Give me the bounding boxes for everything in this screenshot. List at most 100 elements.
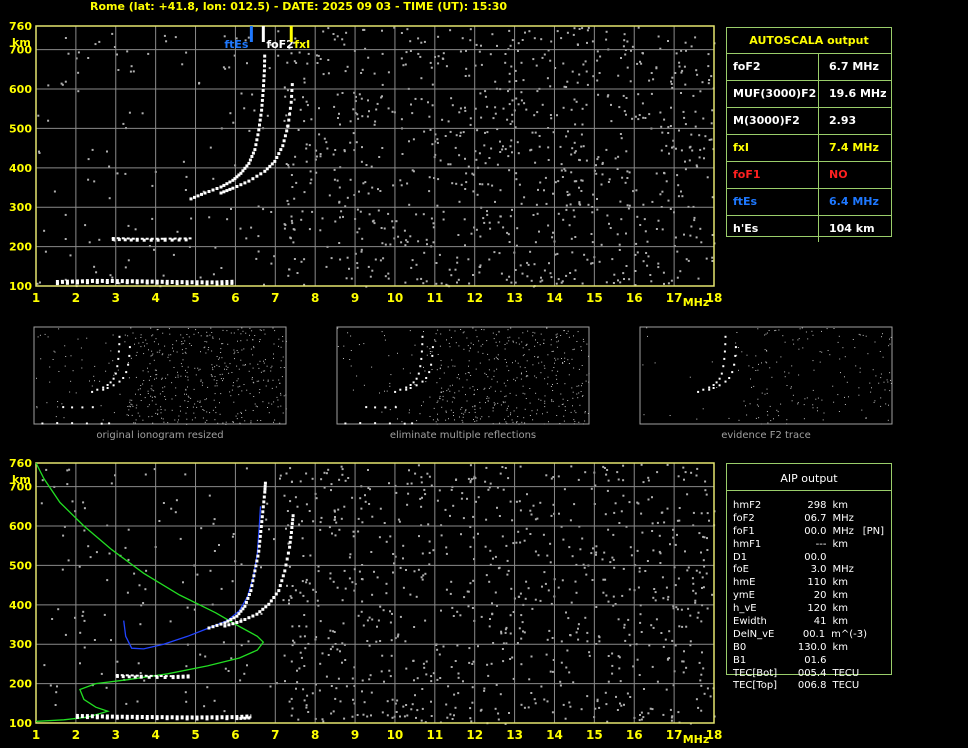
thumbnail-noise [507,415,509,417]
noise-dot [424,572,427,575]
noise-dot [283,119,286,122]
noise-dot [288,599,290,602]
noise-dot [289,467,292,470]
thumbnail-noise [443,372,445,374]
noise-dot [232,533,235,535]
noise-dot [580,190,583,192]
thumbnail-noise [520,378,522,380]
thumbnail-noise [559,423,561,424]
thumbnail-noise [572,405,573,407]
noise-dot [539,280,542,283]
noise-dot [400,32,403,34]
noise-dot [311,210,314,213]
noise-dot [108,165,111,168]
thumbnail-noise [580,391,582,392]
noise-dot [286,584,288,587]
noise-dot [125,702,128,705]
noise-dot [330,685,333,687]
noise-dot [651,522,654,525]
noise-dot [296,669,298,672]
noise-dot [331,532,333,535]
noise-dot [336,586,339,589]
thumbnail-noise [195,329,197,331]
thumbnail-noise [767,414,769,416]
thumbnail-noise [888,345,890,347]
noise-dot [420,77,423,80]
thumbnail-noise [265,385,267,387]
noise-dot [309,170,312,173]
trace-point [252,574,256,578]
trace-point [261,607,265,611]
thumbnail-noise [550,344,552,346]
noise-dot [664,638,667,641]
noise-dot [480,116,483,119]
thumbnail-noise [181,349,183,351]
thumbnail-noise [184,393,185,395]
noise-dot [422,282,425,285]
noise-dot [379,190,382,192]
noise-dot [483,221,486,224]
thumbnail-noise [556,336,558,338]
thumbnail-noise [573,367,575,369]
noise-dot [329,629,332,632]
trace-point [277,152,281,156]
noise-dot [527,263,530,266]
noise-dot [231,535,234,538]
noise-dot [623,626,626,629]
noise-dot [612,533,615,536]
noise-dot [208,494,211,497]
noise-dot [696,467,699,470]
noise-dot [523,196,526,199]
noise-dot [626,170,629,173]
noise-dot [492,117,495,120]
noise-dot [212,522,215,525]
trace-point [261,505,265,509]
noise-dot [344,479,347,482]
thumbnail-noise [226,330,228,332]
noise-dot [619,133,622,135]
x-axis-label: MHz [683,733,710,746]
thumbnail-trace [702,388,705,391]
noise-dot [305,704,308,707]
noise-dot [381,29,383,32]
thumbnail-noise [212,409,214,411]
thumbnail-noise [488,416,490,418]
thumbnail-noise [494,403,496,405]
noise-dot [509,44,512,47]
noise-dot [296,681,299,684]
noise-dot [165,40,168,43]
thumbnail-noise [479,401,481,403]
noise-dot [573,27,576,30]
thumbnail-noise [776,409,778,411]
noise-dot [591,211,594,214]
noise-dot [413,626,416,628]
noise-dot [296,505,299,508]
noise-dot [697,706,700,709]
noise-dot [710,138,713,141]
noise-dot [414,694,416,697]
thumbnail-noise [36,377,37,379]
thumbnail-noise [551,370,553,372]
thumbnail-noise [278,338,280,340]
noise-dot [425,280,428,283]
aip-unit [832,655,862,668]
thumbnail-noise [154,378,155,380]
thumbnail-noise [462,421,464,423]
noise-dot [605,703,608,706]
thumbnail-noise [547,383,549,385]
thumbnail-trace [712,387,715,389]
noise-dot [246,664,248,667]
thumbnail-noise [177,371,178,373]
noise-dot [463,596,466,599]
aip-value: 130.0 [797,641,827,653]
thumbnail-noise [194,403,196,405]
noise-dot [507,477,510,480]
thumbnail-noise [516,422,518,424]
thumbnail-noise [172,347,173,349]
noise-dot [330,257,333,260]
noise-dot [511,39,514,42]
noise-dot [406,28,409,31]
thumbnail-noise [506,361,507,363]
marker-bar [249,26,253,42]
thumbnail-noise [524,422,526,424]
